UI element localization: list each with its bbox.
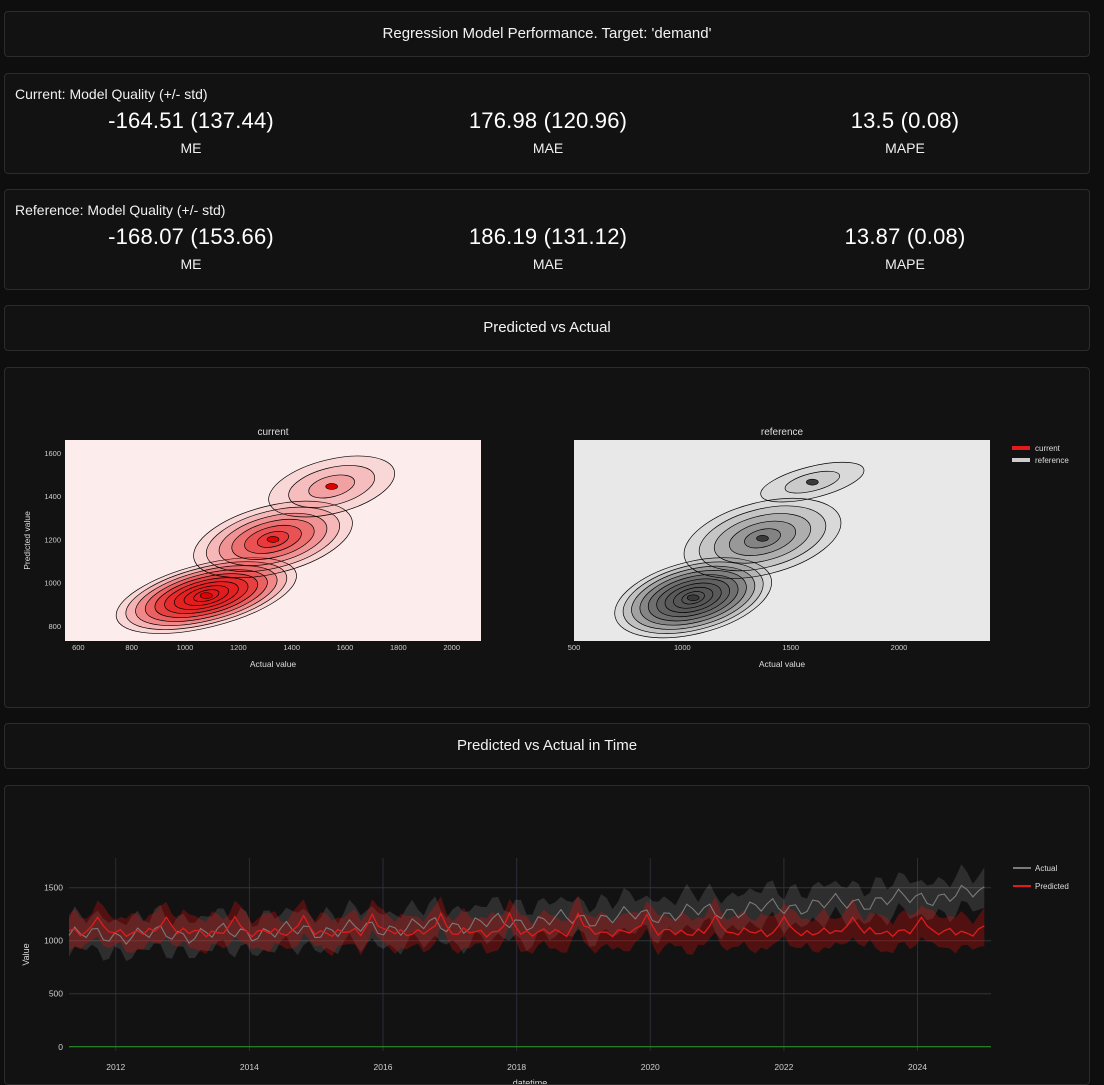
time-legend: Actual Predicted <box>1013 864 1069 891</box>
reference-me-metric: -168.07 (153.66) ME <box>41 224 341 272</box>
y-tick-label: 500 <box>49 989 63 999</box>
x-tick-label: 2018 <box>507 1062 526 1072</box>
y-tick-label: 1000 <box>44 579 61 588</box>
reference-quality-caption: Reference: Model Quality (+/- std) <box>15 202 226 218</box>
x-tick-label: 2012 <box>106 1062 125 1072</box>
density-peak <box>325 483 338 490</box>
density-panel-current: current 600 800 1000 1200 1400 1600 1800 2000 800… <box>22 427 481 669</box>
pred-vs-actual-header-panel: Predicted vs Actual <box>4 305 1090 351</box>
x-tick-label: 2016 <box>374 1062 393 1072</box>
current-mae-metric: 176.98 (120.96) MAE <box>398 108 698 156</box>
x-tick-label: 1800 <box>390 643 407 652</box>
x-axis-label: datetime <box>513 1078 548 1084</box>
metric-label: MAPE <box>885 140 925 156</box>
time-series-chart-panel: 2012 2014 2016 2018 2020 2022 2024 0 500 1000 1500… <box>4 785 1090 1085</box>
subplot-title: current <box>257 427 288 438</box>
y-axis-label: Predicted value <box>22 511 32 570</box>
x-tick-label: 800 <box>125 643 138 652</box>
metric-label: ME <box>180 140 202 156</box>
x-tick-label: 1200 <box>230 643 247 652</box>
metric-label: ME <box>180 256 202 272</box>
density-peak <box>756 535 769 542</box>
current-quality-panel: Current: Model Quality (+/- std) -164.51… <box>4 73 1090 174</box>
x-axis-label: Actual value <box>250 659 297 669</box>
density-peak <box>686 594 700 602</box>
x-tick-label: 2014 <box>240 1062 259 1072</box>
x-tick-label: 1500 <box>782 643 799 652</box>
x-tick-label: 2000 <box>443 643 460 652</box>
density-peak <box>806 478 819 486</box>
y-tick-label: 1500 <box>44 883 63 893</box>
y-tick-label: 0 <box>58 1042 63 1052</box>
x-tick-label: 2020 <box>641 1062 660 1072</box>
pred-vs-actual-chart-panel: current 600 800 1000 1200 1400 1600 1800 2000 800… <box>4 367 1090 708</box>
y-tick-label: 1000 <box>44 936 63 946</box>
legend-swatch <box>1012 458 1030 462</box>
report-title-panel: Regression Model Performance. Target: 'd… <box>4 11 1090 57</box>
y-axis-label: Value <box>21 943 31 965</box>
metric-value: 13.5 (0.08) <box>850 108 960 133</box>
x-axis-label: Actual value <box>759 659 806 669</box>
x-tick-label: 2000 <box>891 643 908 652</box>
density-legend: current reference <box>1012 444 1069 465</box>
pred-vs-actual-title: Predicted vs Actual <box>483 319 611 336</box>
x-tick-label: 1600 <box>337 643 354 652</box>
metric-value: 186.19 (131.12) <box>468 224 628 249</box>
reference-mae-metric: 186.19 (131.12) MAE <box>398 224 698 272</box>
legend-label: Predicted <box>1035 882 1069 891</box>
y-tick-label: 1400 <box>44 492 61 501</box>
current-quality-caption: Current: Model Quality (+/- std) <box>15 86 208 102</box>
pred-vs-actual-chart[interactable]: current 600 800 1000 1200 1400 1600 1800 2000 800… <box>5 368 1089 707</box>
reference-mape-metric: 13.87 (0.08) MAPE <box>755 224 1055 272</box>
metric-value: -168.07 (153.66) <box>108 224 274 249</box>
metric-label: MAE <box>532 256 564 272</box>
density-peak <box>266 536 280 543</box>
pred-vs-actual-time-header-panel: Predicted vs Actual in Time <box>4 723 1090 769</box>
density-peak <box>200 592 213 599</box>
pred-vs-actual-time-title: Predicted vs Actual in Time <box>456 737 638 754</box>
reference-quality-panel: Reference: Model Quality (+/- std) -168.… <box>4 189 1090 290</box>
legend-label: current <box>1035 444 1061 453</box>
current-me-metric: -164.51 (137.44) ME <box>41 108 341 156</box>
density-panel-reference: reference 500 1000 1500 2000 Actual value <box>568 427 990 669</box>
x-tick-label: 2022 <box>774 1062 793 1072</box>
legend-label: Actual <box>1035 864 1057 873</box>
x-tick-label: 500 <box>568 643 581 652</box>
report-title: Regression Model Performance. Target: 'd… <box>382 25 712 42</box>
y-tick-label: 800 <box>48 622 61 631</box>
subplot-title: reference <box>761 427 804 438</box>
x-tick-label: 2024 <box>908 1062 927 1072</box>
x-tick-label: 1000 <box>177 643 194 652</box>
metric-label: MAPE <box>885 256 925 272</box>
x-tick-label: 1000 <box>674 643 691 652</box>
metric-value: 13.87 (0.08) <box>844 224 966 249</box>
time-plot: 2012 2014 2016 2018 2020 2022 2024 0 500 1000 1500… <box>21 858 991 1084</box>
legend-label: reference <box>1035 456 1069 465</box>
legend-swatch <box>1012 446 1030 450</box>
metric-value: 176.98 (120.96) <box>468 108 628 133</box>
current-mape-metric: 13.5 (0.08) MAPE <box>755 108 1055 156</box>
metric-value: -164.51 (137.44) <box>108 108 274 133</box>
y-tick-label: 1600 <box>44 449 61 458</box>
x-tick-label: 600 <box>72 643 85 652</box>
metric-label: MAE <box>532 140 564 156</box>
time-series-chart[interactable]: 2012 2014 2016 2018 2020 2022 2024 0 500 1000 1500… <box>5 786 1089 1084</box>
x-tick-label: 1400 <box>283 643 300 652</box>
y-tick-label: 1200 <box>44 535 61 544</box>
